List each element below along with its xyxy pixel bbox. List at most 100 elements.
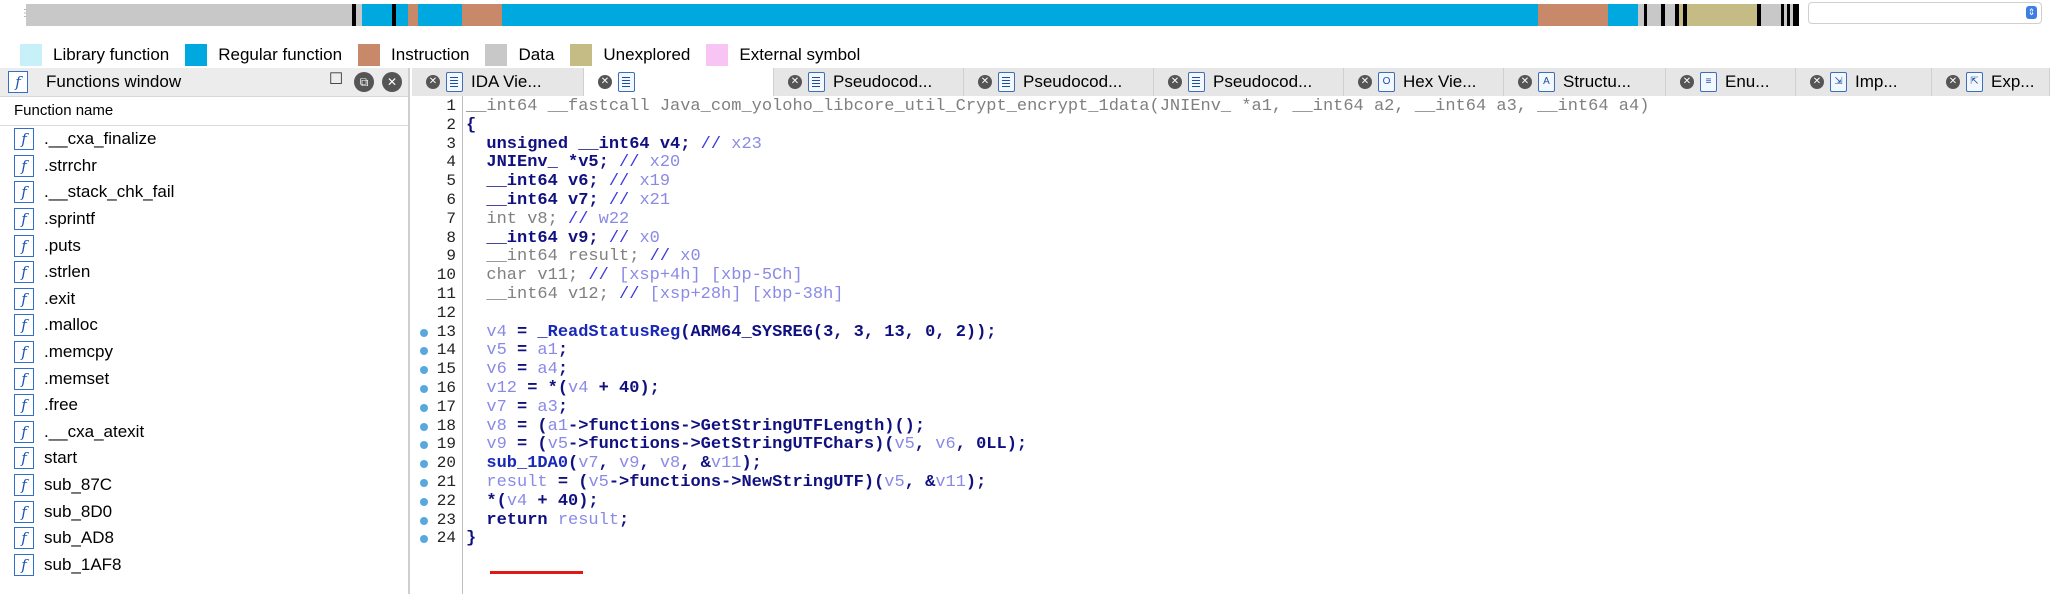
code-line[interactable]: __int64 v7; // x21: [466, 191, 670, 210]
breakpoint-dot-icon[interactable]: [420, 422, 428, 431]
code-line[interactable]: __int64 result; // x0: [466, 247, 701, 267]
tab-idavie[interactable]: ✕ IDA Vie...: [412, 68, 584, 96]
code-line[interactable]: __int64 __fastcall Java_com_yoloho_libco…: [466, 97, 1649, 116]
legend-label: Instruction: [391, 45, 470, 64]
tab-close-icon[interactable]: ✕: [426, 75, 440, 89]
code-token: char v11;: [466, 266, 589, 286]
function-list-item[interactable]: f .__stack_chk_fail: [0, 179, 408, 206]
code-line[interactable]: }: [466, 529, 476, 548]
code-token: x21: [639, 191, 671, 210]
code-line[interactable]: v8 = (a1->functions->GetStringUTFLength)…: [466, 417, 925, 436]
function-name: sub_87C: [44, 475, 113, 495]
function-list-item[interactable]: f sub_8D0: [0, 498, 408, 525]
tab-close-icon[interactable]: ✕: [598, 75, 612, 89]
breakpoint-dot-icon[interactable]: [420, 497, 428, 506]
line-number: 8: [446, 228, 456, 247]
tab-close-icon[interactable]: ✕: [1358, 75, 1372, 89]
nav-band-segment: [408, 4, 418, 26]
line-number: 10: [436, 266, 456, 285]
function-list-item[interactable]: f .puts: [0, 232, 408, 259]
function-list-item[interactable]: f start: [0, 445, 408, 472]
tab-close-icon[interactable]: ✕: [1168, 75, 1182, 89]
function-list-item[interactable]: f .strrchr: [0, 153, 408, 180]
function-name: .memcpy: [44, 342, 113, 362]
tab-exp[interactable]: ✕ ⇱ Exp...: [1932, 68, 2050, 96]
code-token: = (: [506, 416, 548, 436]
code-line[interactable]: v6 = a4;: [466, 360, 568, 379]
function-list-item[interactable]: f .memcpy: [0, 339, 408, 366]
function-list-item[interactable]: f .free: [0, 392, 408, 419]
restore-icon[interactable]: ☐: [326, 72, 346, 92]
code-line[interactable]: unsigned __int64 v4; // x23: [466, 135, 761, 154]
tab-close-icon[interactable]: ✕: [1518, 75, 1532, 89]
breakpoint-dot-icon[interactable]: [420, 479, 428, 487]
line-number: 4: [446, 153, 456, 172]
code-line[interactable]: __int64 v9; // x0: [466, 229, 659, 248]
breakpoint-dot-icon[interactable]: [420, 385, 428, 393]
tab-enu[interactable]: ✕ ≡ Enu...: [1666, 68, 1796, 96]
function-list-item[interactable]: f sub_1AF8: [0, 552, 408, 579]
tab-pseudocod[interactable]: ✕ Pseudocod...: [1154, 68, 1344, 96]
code-line[interactable]: {: [466, 116, 476, 135]
tab-close-icon[interactable]: ✕: [1810, 75, 1824, 89]
close-icon[interactable]: ✕: [382, 72, 402, 92]
function-list-item[interactable]: f .strlen: [0, 259, 408, 286]
code-token: =: [506, 322, 538, 342]
float-window-icon[interactable]: ⧉: [354, 72, 374, 92]
code-line[interactable]: result = (v5->functions->NewStringUTF)(v…: [466, 473, 986, 492]
code-line[interactable]: __int64 v12; // [xsp+28h] [xbp-38h]: [466, 285, 843, 304]
nav-band-grip[interactable]: ⋮: [20, 8, 30, 22]
code-line[interactable]: v9 = (v5->functions->GetStringUTFChars)(…: [466, 435, 1027, 454]
line-number: 9: [446, 247, 456, 266]
code-line[interactable]: char v11; // [xsp+4h] [xbp-5Ch]: [466, 266, 802, 286]
navigation-band-scroll[interactable]: ⇕: [1808, 2, 2042, 24]
function-list-item[interactable]: f .__cxa_finalize: [0, 126, 408, 153]
breakpoint-dot-icon[interactable]: [420, 403, 428, 412]
function-icon: f: [14, 314, 34, 337]
function-list-item[interactable]: f .sprintf: [0, 206, 408, 233]
code-token: v7: [466, 397, 507, 417]
code-token: x0: [680, 247, 701, 267]
function-list-item[interactable]: f .__cxa_atexit: [0, 419, 408, 446]
breakpoint-dot-icon[interactable]: [420, 328, 428, 337]
code-line[interactable]: v12 = *(v4 + 40);: [466, 379, 659, 398]
code-token: x19: [639, 172, 671, 192]
pseudocode-view[interactable]: 1 2 3 4 5 6 7 8 9 10 11 12 13 14 15 16 17 18 19 20 21 22 23 24 …: [412, 96, 2050, 594]
scroll-stepper-icon[interactable]: ⇕: [2026, 6, 2037, 19]
code-line[interactable]: __int64 v6; // x19: [466, 172, 670, 191]
code-line[interactable]: int v8; // w22: [466, 210, 629, 229]
code-line[interactable]: JNIEnv_ *v5; // x20: [466, 153, 680, 172]
legend-item: Regular function: [185, 44, 342, 66]
code-token: + 40);: [527, 491, 599, 511]
code-token: //: [619, 153, 650, 173]
function-list-item[interactable]: f .exit: [0, 286, 408, 313]
tab-pseudocod[interactable]: ✕ Pseudocod...: [964, 68, 1154, 96]
tab-active-pseudocode[interactable]: ✕: [584, 68, 774, 96]
function-list-item[interactable]: f sub_87C: [0, 472, 408, 499]
code-token: w22: [598, 209, 630, 229]
tab-close-icon[interactable]: ✕: [1946, 75, 1960, 89]
function-list-item[interactable]: f .memset: [0, 365, 408, 392]
code-line[interactable]: v4 = _ReadStatusReg(ARM64_SYSREG(3, 3, 1…: [466, 322, 996, 342]
code-line[interactable]: v7 = a3;: [466, 398, 568, 417]
function-name-column-header[interactable]: Function name: [0, 97, 408, 126]
code-token: result: [557, 510, 620, 530]
tab-pseudocod[interactable]: ✕ Pseudocod...: [774, 68, 964, 96]
tab-close-icon[interactable]: ✕: [788, 75, 802, 89]
code-token: v11: [935, 473, 966, 492]
code-line[interactable]: v5 = a1;: [466, 341, 568, 360]
function-list-item[interactable]: f .malloc: [0, 312, 408, 339]
breakpoint-dot-icon[interactable]: [420, 516, 428, 525]
tab-hexvie[interactable]: ✕ O Hex Vie...: [1344, 68, 1504, 96]
tab-close-icon[interactable]: ✕: [1680, 75, 1694, 89]
code-line[interactable]: return result;: [466, 511, 629, 530]
tab-close-icon[interactable]: ✕: [978, 75, 992, 89]
function-list-item[interactable]: f sub_AD8: [0, 525, 408, 552]
navigation-band[interactable]: [26, 4, 1799, 26]
code-line[interactable]: sub_1DA0(v7, v9, v8, &v11);: [466, 454, 762, 473]
tab-imp[interactable]: ✕ ⇲ Imp...: [1796, 68, 1932, 96]
code-token: _ReadStatusReg: [537, 322, 681, 342]
code-line[interactable]: *(v4 + 40);: [466, 491, 599, 511]
function-name: .malloc: [44, 315, 98, 335]
tab-structu[interactable]: ✕ A Structu...: [1504, 68, 1666, 96]
